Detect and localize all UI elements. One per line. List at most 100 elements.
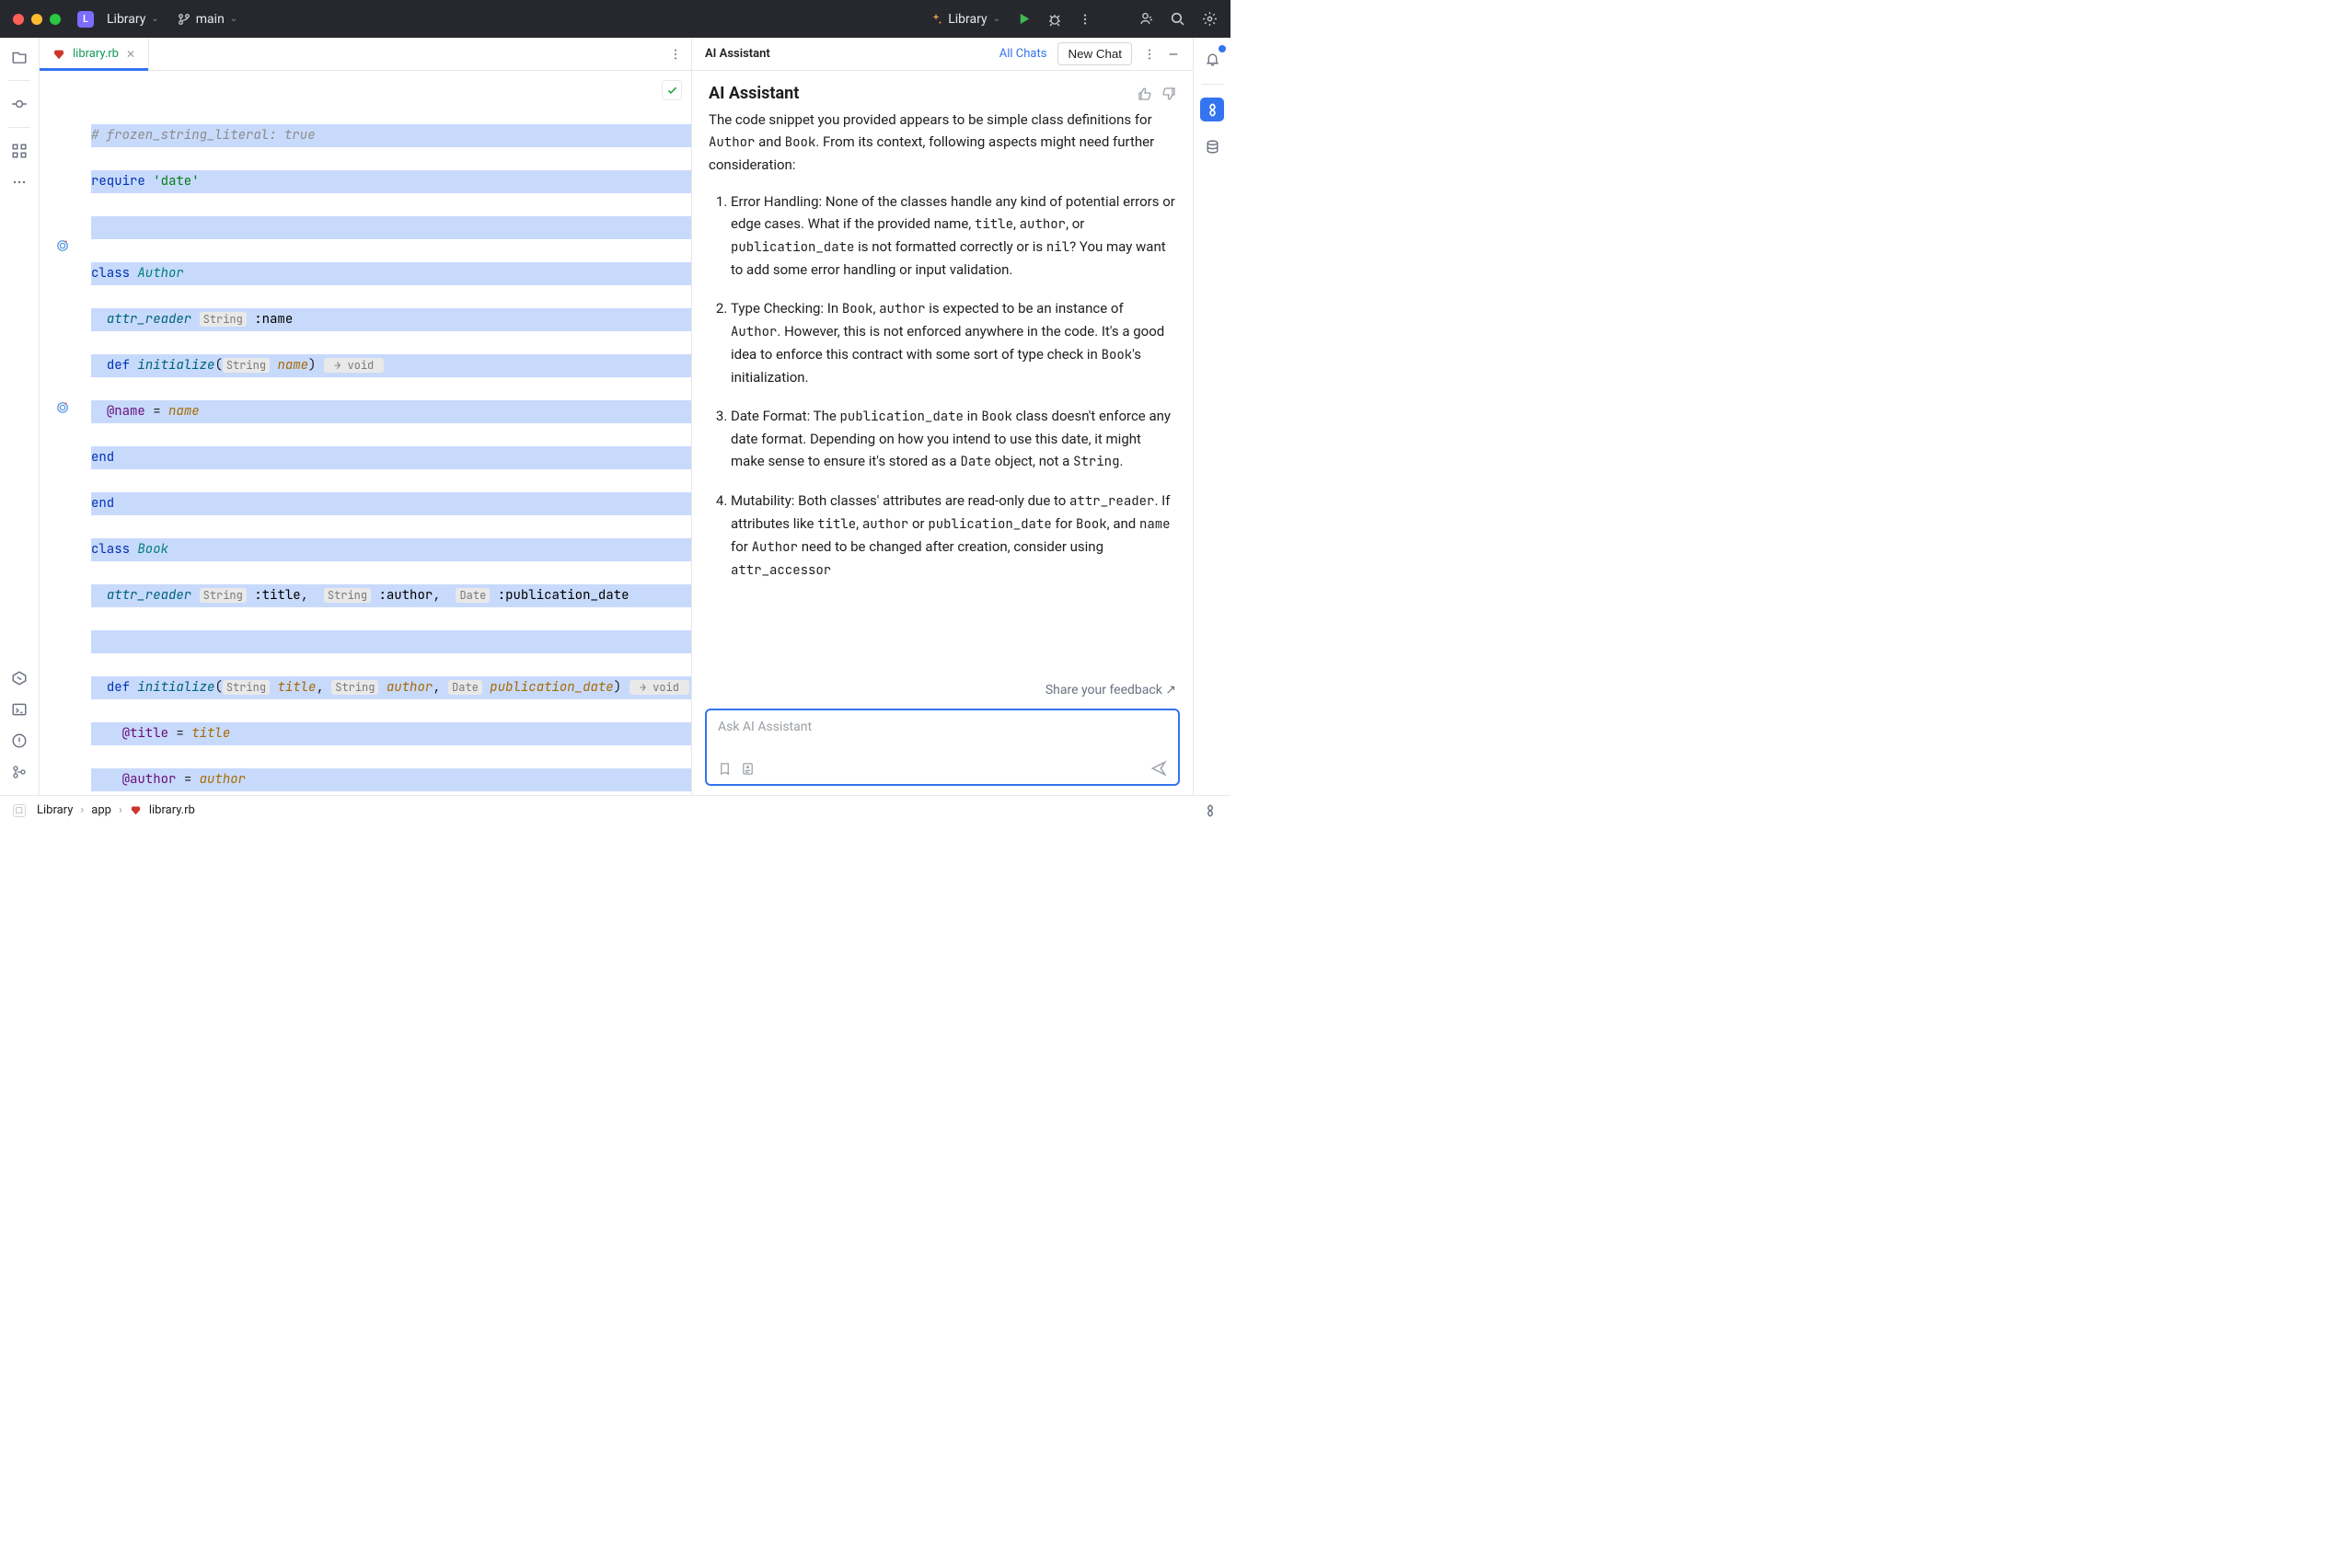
code-param: title <box>277 679 316 696</box>
code-comment: # frozen_string_literal: true <box>91 127 316 144</box>
code-method: attr_reader <box>107 587 191 604</box>
run-target-selector[interactable]: Library ⌄ <box>930 12 1000 27</box>
debug-button[interactable] <box>1047 12 1062 27</box>
ai-prompt-input[interactable] <box>718 720 1167 760</box>
search-button[interactable] <box>1170 11 1185 27</box>
ai-response-title: AI Assistant <box>709 84 799 103</box>
code-body: # frozen_string_literal: true require 'd… <box>91 71 691 795</box>
branch-selector[interactable]: main ⌄ <box>178 12 237 27</box>
main-area: library.rb ✕ # frozen_string_liter <box>0 38 1230 795</box>
more-actions-button[interactable] <box>1079 13 1092 26</box>
code-with-me-button[interactable] <box>1138 11 1153 27</box>
type-hint: → void <box>324 358 385 373</box>
sparkle-icon <box>930 13 942 26</box>
left-tool-rail <box>0 38 40 795</box>
close-tab-button[interactable]: ✕ <box>126 48 135 61</box>
ai-response-body: AI Assistant The code snippet you provid… <box>692 71 1193 679</box>
editor-tabs: library.rb ✕ <box>40 38 691 71</box>
all-chats-link[interactable]: All Chats <box>999 47 1047 61</box>
tab-more-button[interactable] <box>660 38 691 70</box>
list-item: Error Handling: None of the classes hand… <box>731 190 1176 281</box>
database-tool-button[interactable] <box>1200 134 1224 158</box>
structure-tool-icon[interactable] <box>9 141 29 161</box>
ruby-icon <box>130 804 142 816</box>
notifications-button[interactable] <box>1200 47 1224 71</box>
list-item: Date Format: The publication_date in Boo… <box>731 405 1176 473</box>
close-window-button[interactable] <box>13 14 24 25</box>
commit-tool-icon[interactable] <box>9 94 29 114</box>
ai-panel-title: AI Assistant <box>705 47 770 61</box>
code-ivar: @title <box>122 725 168 742</box>
type-hint: String <box>324 588 371 603</box>
thumbs-up-button[interactable] <box>1138 86 1152 101</box>
run-target-name: Library <box>948 12 987 27</box>
type-hint: String <box>200 588 247 603</box>
status-bar: □ Library › app › library.rb <box>0 795 1230 824</box>
module-icon: □ <box>13 804 26 817</box>
type-hint: → void <box>630 680 690 695</box>
right-tool-rail <box>1193 38 1230 795</box>
notification-badge <box>1219 45 1226 52</box>
window-controls <box>13 14 61 25</box>
code-keyword: def <box>107 679 138 696</box>
list-item: Type Checking: In Book, author is expect… <box>731 297 1176 388</box>
list-item: Mutability: Both classes' attributes are… <box>731 490 1176 582</box>
branch-icon <box>178 13 191 26</box>
type-hint: String <box>200 312 247 327</box>
titlebar: L Library ⌄ main ⌄ Library ⌄ <box>0 0 1230 38</box>
project-selector[interactable]: L Library ⌄ <box>77 11 159 28</box>
chevron-down-icon: ⌄ <box>230 14 237 24</box>
project-tool-icon[interactable] <box>9 47 29 67</box>
code-keyword: class <box>91 541 137 558</box>
code-op: = <box>145 403 168 420</box>
minimize-window-button[interactable] <box>31 14 42 25</box>
panel-more-button[interactable] <box>1143 48 1156 61</box>
attach-file-button[interactable] <box>741 762 755 776</box>
run-button[interactable] <box>1017 12 1031 26</box>
code-method: attr_reader <box>107 311 191 328</box>
code-string: 'date' <box>153 173 199 190</box>
code-ivar: @author <box>122 771 177 788</box>
terminal-tool-icon[interactable] <box>9 699 29 720</box>
type-hint: String <box>331 680 378 695</box>
ai-suggestions-list: Error Handling: None of the classes hand… <box>709 190 1176 582</box>
ruby-icon <box>52 48 65 61</box>
attach-context-button[interactable] <box>718 762 732 776</box>
code-param: name <box>168 403 200 420</box>
ai-input-box <box>705 709 1180 786</box>
code-param: title <box>191 725 230 742</box>
minimize-panel-button[interactable] <box>1167 48 1180 61</box>
inspections-widget[interactable] <box>662 80 682 100</box>
vcs-tool-icon[interactable] <box>9 762 29 782</box>
code-param: author <box>200 771 246 788</box>
type-hint: Date <box>456 588 490 603</box>
chevron-down-icon: ⌄ <box>993 14 1000 24</box>
ai-assistant-tool-button[interactable] <box>1200 98 1224 121</box>
type-hint: Date <box>448 680 482 695</box>
code-keyword: def <box>107 357 138 374</box>
code-editor[interactable]: # frozen_string_literal: true require 'd… <box>40 71 691 795</box>
tab-library-rb[interactable]: library.rb ✕ <box>40 38 149 70</box>
zoom-window-button[interactable] <box>50 14 61 25</box>
ai-intro-paragraph: The code snippet you provided appears to… <box>709 109 1176 176</box>
breadcrumb-folder[interactable]: app <box>91 803 111 817</box>
thumbs-down-button[interactable] <box>1161 86 1176 101</box>
ai-status-icon[interactable] <box>1203 803 1218 818</box>
project-badge: L <box>77 11 94 28</box>
services-tool-icon[interactable] <box>9 668 29 688</box>
share-feedback-link[interactable]: Share your feedback ↗ <box>692 679 1193 705</box>
send-button[interactable] <box>1150 760 1167 777</box>
breadcrumb-file[interactable]: library.rb <box>149 803 195 817</box>
ai-assistant-panel: AI Assistant All Chats New Chat AI Assis… <box>692 38 1193 795</box>
code-class: Author <box>137 265 183 282</box>
breadcrumb-project[interactable]: Library <box>37 803 73 817</box>
code-symbol: :name <box>254 311 293 328</box>
problems-tool-icon[interactable] <box>9 731 29 751</box>
new-chat-button[interactable]: New Chat <box>1057 42 1132 65</box>
project-name: Library <box>107 12 145 27</box>
more-tools-icon[interactable] <box>9 172 29 192</box>
code-method: initialize <box>137 357 214 374</box>
code-method: initialize <box>137 679 214 696</box>
settings-button[interactable] <box>1202 11 1218 27</box>
code-keyword: require <box>91 173 153 190</box>
